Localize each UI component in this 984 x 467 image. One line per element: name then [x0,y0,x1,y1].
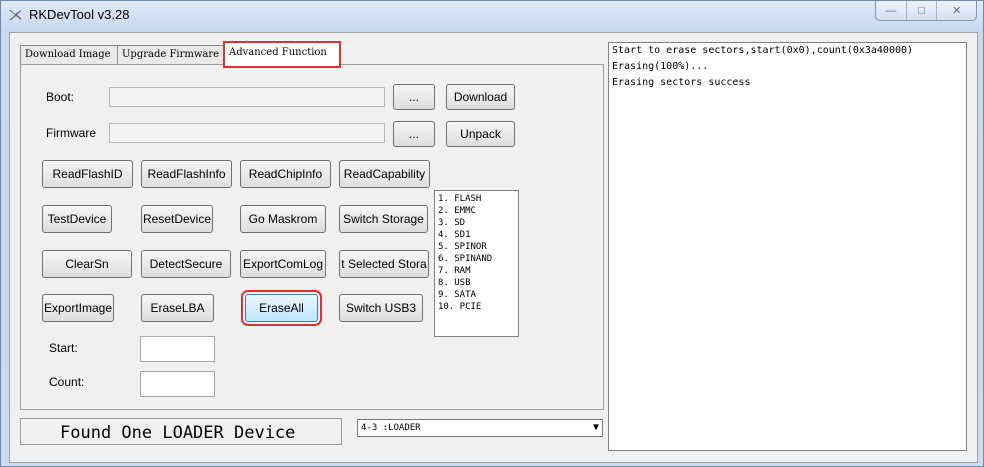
log-line: Erasing sectors success [612,77,751,88]
export-com-log-button[interactable]: ExportComLog [240,250,326,278]
count-label: Count: [49,375,85,389]
list-item[interactable]: 2. EMMC [438,205,518,217]
list-item[interactable]: 5. SPINOR [438,241,518,253]
download-button[interactable]: Download [446,84,515,110]
list-item[interactable]: 8. USB [438,277,518,289]
list-item[interactable]: 3. SD [438,217,518,229]
log-output[interactable]: Start to erase sectors,start(0x0),count(… [608,42,967,451]
boot-label: Boot: [46,90,75,104]
list-item[interactable]: 6. SPINAND [438,253,518,265]
read-flash-id-button[interactable]: ReadFlashID [42,160,133,188]
firmware-label: Firmware [46,126,96,140]
start-label: Start: [49,341,78,355]
switch-usb3-button[interactable]: Switch USB3 [339,294,423,322]
select-storage-button[interactable]: t Selected Stora [339,250,429,278]
dropdown-arrow-icon[interactable]: ▼ [593,420,599,436]
status-text: Found One LOADER Device [60,423,296,443]
read-chip-info-button[interactable]: ReadChipInfo [240,160,331,188]
list-item[interactable]: 4. SD1 [438,229,518,241]
advanced-function-panel: Boot: ... Download Firmware ... Unpack R… [20,64,604,410]
close-button[interactable]: ✕ [937,1,976,20]
window-title: RKDevTool v3.28 [29,7,130,22]
maximize-icon: □ [918,4,925,17]
log-line: Start to erase sectors,start(0x0),count(… [612,45,914,56]
go-maskrom-button[interactable]: Go Maskrom [240,205,326,233]
app-window: RKDevTool v3.28 — □ ✕ Download Image Upg… [0,0,984,467]
close-icon: ✕ [952,5,962,17]
read-flash-info-button[interactable]: ReadFlashInfo [141,160,232,188]
read-capability-button[interactable]: ReadCapability [339,160,430,188]
tab-advanced-function[interactable]: Advanced Function [223,41,341,68]
minimize-button[interactable]: — [876,1,907,20]
firmware-path-field[interactable] [109,123,385,143]
clear-sn-button[interactable]: ClearSn [42,250,132,278]
erase-lba-button[interactable]: EraseLBA [141,294,214,322]
firmware-browse-button[interactable]: ... [393,121,435,147]
list-item[interactable]: 1. FLASH [438,193,518,205]
log-line: Erasing(100%)... [612,61,709,72]
window-controls: — □ ✕ [875,1,977,21]
tab-upgrade-firmware[interactable]: Upgrade Firmware [117,45,224,64]
title-bar[interactable]: RKDevTool v3.28 — □ ✕ [1,1,983,31]
boot-path-field[interactable] [109,87,385,107]
start-input[interactable] [140,336,215,362]
export-image-button[interactable]: ExportImage [42,294,114,322]
erase-all-button[interactable]: EraseAll [241,290,322,326]
tab-download-image[interactable]: Download Image [20,45,118,64]
maximize-button[interactable]: □ [907,1,938,20]
test-device-button[interactable]: TestDevice [42,205,112,233]
switch-storage-button[interactable]: Switch Storage [339,205,428,233]
reset-device-button[interactable]: ResetDevice [141,205,213,233]
list-item[interactable]: 10. PCIE [438,301,518,313]
app-icon [9,10,21,20]
minimize-icon: — [885,4,897,17]
list-item[interactable]: 9. SATA [438,289,518,301]
device-select-value: 4-3 :LOADER [361,423,421,433]
count-input[interactable] [140,371,215,397]
device-select[interactable]: 4-3 :LOADER ▼ [357,419,603,437]
list-item[interactable]: 7. RAM [438,265,518,277]
main-client-area: Download Image Upgrade Firmware Advanced… [9,32,978,463]
storage-list[interactable]: 1. FLASH 2. EMMC 3. SD 4. SD1 5. SPINOR … [434,190,519,337]
boot-browse-button[interactable]: ... [393,84,435,110]
status-bar: Found One LOADER Device [20,418,342,445]
unpack-button[interactable]: Unpack [446,121,515,147]
detect-secure-button[interactable]: DetectSecure [141,250,231,278]
